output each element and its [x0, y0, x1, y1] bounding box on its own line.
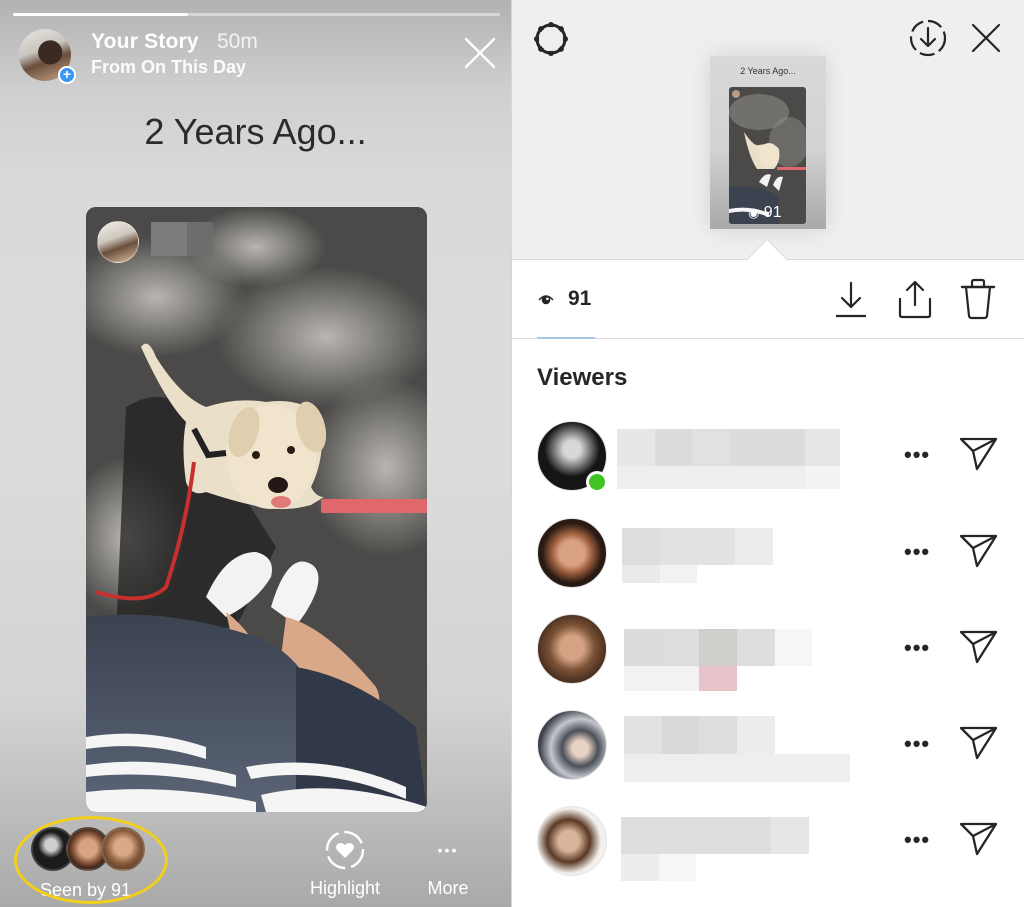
send-message-icon[interactable]: [959, 725, 999, 761]
story-progress-bar: [13, 13, 500, 16]
viewer-more-button[interactable]: •••: [904, 444, 930, 466]
story-title: Your Story: [91, 30, 199, 53]
view-count: 91: [568, 287, 592, 310]
delete-trash-icon[interactable]: [960, 278, 996, 320]
story-photo: [86, 207, 427, 812]
highlight-label: Highlight: [309, 878, 381, 898]
add-story-badge[interactable]: +: [58, 66, 76, 84]
story-heading: 2 Years Ago...: [144, 111, 367, 152]
thumbnail-view-count: ◉ 91: [748, 204, 782, 221]
viewer-row[interactable]: •••: [512, 806, 1024, 886]
seen-by-button[interactable]: Seen by 91: [14, 816, 168, 904]
viewer-row[interactable]: •••: [512, 614, 1024, 694]
viewer-name-redacted: [617, 429, 840, 489]
share-icon[interactable]: [897, 279, 933, 319]
online-status-dot: [586, 471, 608, 493]
story-thumbnail[interactable]: 2 Years Ago... ◉ 91: [710, 56, 826, 229]
send-message-icon[interactable]: [959, 629, 999, 665]
viewer-more-button[interactable]: •••: [904, 541, 930, 563]
eye-icon: ◉: [748, 205, 760, 220]
thumbnail-area: 2 Years Ago... ◉ 91: [512, 0, 1024, 282]
more-button[interactable]: ••• More: [420, 828, 476, 899]
viewer-row[interactable]: •••: [512, 518, 1024, 598]
story-timestamp: 50m: [217, 30, 258, 53]
close-icon[interactable]: [463, 36, 497, 70]
viewer-more-button[interactable]: •••: [904, 829, 930, 851]
more-label: More: [427, 878, 469, 898]
thumbnail-title: 2 Years Ago...: [740, 66, 796, 76]
save-story-icon[interactable]: [908, 18, 948, 58]
viewer-avatar[interactable]: [537, 806, 607, 876]
viewer-more-button[interactable]: •••: [904, 637, 930, 659]
settings-gear-icon[interactable]: [532, 20, 570, 58]
story-insights-panel: 2 Years Ago... ◉ 91 91 Viewers ••• ••• •…: [511, 0, 1024, 907]
more-dots-icon: •••: [437, 842, 459, 858]
send-message-icon[interactable]: [959, 821, 999, 857]
viewer-avatar[interactable]: [537, 518, 607, 588]
viewer-row[interactable]: •••: [512, 710, 1024, 790]
viewer-row[interactable]: •••: [512, 421, 1024, 501]
highlight-circle-annotation: [14, 816, 168, 904]
story-viewer: + Your Story 50m From On This Day 2 Year…: [0, 0, 511, 907]
stats-toolbar: 91: [512, 261, 1024, 339]
dog-photo-illustration: [86, 207, 427, 812]
viewer-name-redacted: [622, 528, 773, 583]
heart-circle-dashed-icon: [325, 830, 365, 870]
viewer-name-redacted: [621, 817, 809, 881]
card-avatar: [97, 221, 139, 263]
send-message-icon[interactable]: [959, 533, 999, 569]
close-icon[interactable]: [970, 22, 1002, 54]
story-progress-fill: [13, 13, 189, 16]
card-username-redacted: [151, 222, 213, 256]
active-tab-indicator: [537, 337, 595, 339]
viewer-avatar[interactable]: [537, 614, 607, 684]
viewers-heading: Viewers: [537, 364, 628, 391]
send-message-icon[interactable]: [959, 436, 999, 472]
story-subtitle: From On This Day: [91, 57, 247, 77]
eye-icon: [538, 295, 554, 305]
download-icon[interactable]: [834, 281, 868, 319]
viewer-more-button[interactable]: •••: [904, 733, 930, 755]
highlight-button[interactable]: Highlight: [305, 828, 385, 899]
viewer-name-redacted: [624, 629, 814, 691]
views-tab[interactable]: 91: [538, 287, 591, 311]
viewer-name-redacted: [624, 716, 850, 782]
viewer-avatar[interactable]: [537, 710, 607, 780]
